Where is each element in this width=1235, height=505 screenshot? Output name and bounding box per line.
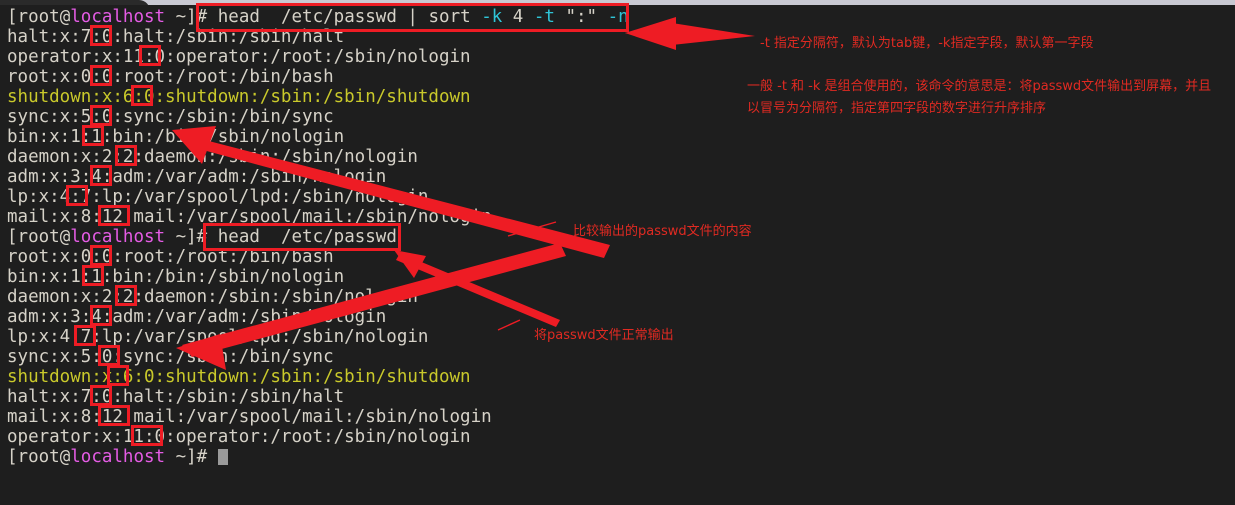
command-path: /etc/passwd — [280, 227, 397, 247]
prompt-user: root — [17, 447, 60, 467]
prompt-user: root — [17, 227, 60, 247]
terminal-line-output: lp:x:4:7:lp:/var/spool/lpd:/sbin/nologin — [7, 327, 429, 347]
terminal-line-output: daemon:x:2:2:daemon:/sbin:/sbin/nologin — [7, 147, 418, 167]
prompt-at: @ — [59, 447, 71, 467]
terminal-line-output: adm:x:3:4:adm:/var/adm:/sbin/nologin — [7, 167, 387, 187]
annotation-command-meaning-line1: 一般 -t 和 -k 是组合使用的，该命令的意思是：将passwd文件输出到屏幕… — [747, 79, 1212, 94]
terminal-line-output: adm:x:3:4:adm:/var/adm:/sbin/nologin — [7, 307, 387, 327]
annotation-t-and-k-flags: -t 指定分隔符，默认为tab键，-k指定字段，默认第一字段 — [760, 36, 1094, 51]
prompt-at: @ — [59, 227, 71, 247]
terminal-line-output: sync:x:5:0:sync:/sbin:/bin/sync — [7, 107, 334, 127]
terminal-line-output: mail:x:8:12:mail:/var/spool/mail:/sbin/n… — [7, 407, 492, 427]
prompt-host: localhost — [70, 7, 166, 27]
command-sort: sort — [428, 7, 482, 27]
terminal-line-output: bin:x:1:1:bin:/bin:/sbin/nologin — [7, 267, 345, 287]
prompt-host: localhost — [70, 447, 166, 467]
terminal-line-output: operator:x:11:0:operator:/root:/sbin/nol… — [7, 427, 471, 447]
flag-k-value: 4 — [502, 7, 534, 27]
flag-t-value: ":" — [554, 7, 608, 27]
prompt-open: [ — [7, 227, 18, 247]
terminal-line-prompt-3: [root@localhost ~]# — [7, 447, 228, 467]
screenshot-root: [root@localhost ~]# head /etc/passwd | s… — [0, 0, 1235, 505]
terminal-line-output: operator:x:11:0:operator:/root:/sbin/nol… — [7, 47, 471, 67]
prompt-tail: ~]# — [165, 227, 218, 247]
prompt-tail: ~]# — [165, 447, 218, 467]
prompt-open: [ — [7, 447, 18, 467]
flag-k: -k — [481, 7, 503, 27]
terminal-line-output: bin:x:1:1:bin:/bin:/sbin/nologin — [7, 127, 345, 147]
annotation-normal-output: 将passwd文件正常输出 — [534, 328, 674, 343]
command-head: head — [217, 7, 281, 27]
prompt-at: @ — [59, 7, 71, 27]
terminal-line-output: shutdown:x:6:0:shutdown:/sbin:/sbin/shut… — [7, 367, 471, 387]
terminal-line-output: sync:x:5:0:sync:/sbin:/bin/sync — [7, 347, 334, 367]
terminal-line-output: lp:x:4:7:lp:/var/spool/lpd:/sbin/nologin — [7, 187, 429, 207]
terminal-cursor — [217, 449, 228, 465]
command-head: head — [217, 227, 281, 247]
command-path: /etc/passwd — [280, 7, 408, 27]
prompt-open: [ — [7, 7, 18, 27]
terminal-line-output: mail:x:8:12:mail:/var/spool/mail:/sbin/n… — [7, 207, 492, 227]
annotation-command-meaning-line2: 以冒号为分隔符，指定第四字段的数字进行升序排序 — [747, 101, 1047, 116]
terminal-line-output: daemon:x:2:2:daemon:/sbin:/sbin/nologin — [7, 287, 418, 307]
prompt-host: localhost — [70, 227, 166, 247]
flag-n: -n — [607, 7, 629, 27]
flag-t: -t — [533, 7, 555, 27]
prompt-user: root — [17, 7, 60, 27]
prompt-tail: ~]# — [165, 7, 218, 27]
annotation-compare-output: 比较输出的passwd文件的内容 — [573, 224, 752, 239]
terminal-line-output: root:x:0:0:root:/root:/bin/bash — [7, 67, 334, 87]
terminal-line-prompt-1: [root@localhost ~]# head /etc/passwd | s… — [7, 7, 629, 27]
terminal-line-output: halt:x:7:0:halt:/sbin:/sbin/halt — [7, 27, 345, 47]
terminal-line-output: shutdown:x:6:0:shutdown:/sbin:/sbin/shut… — [7, 87, 471, 107]
terminal-line-output: root:x:0:0:root:/root:/bin/bash — [7, 247, 334, 267]
command-pipe: | — [407, 7, 429, 27]
terminal-line-output: halt:x:7:0:halt:/sbin:/sbin/halt — [7, 387, 345, 407]
terminal-line-prompt-2: [root@localhost ~]# head /etc/passwd — [7, 227, 397, 247]
